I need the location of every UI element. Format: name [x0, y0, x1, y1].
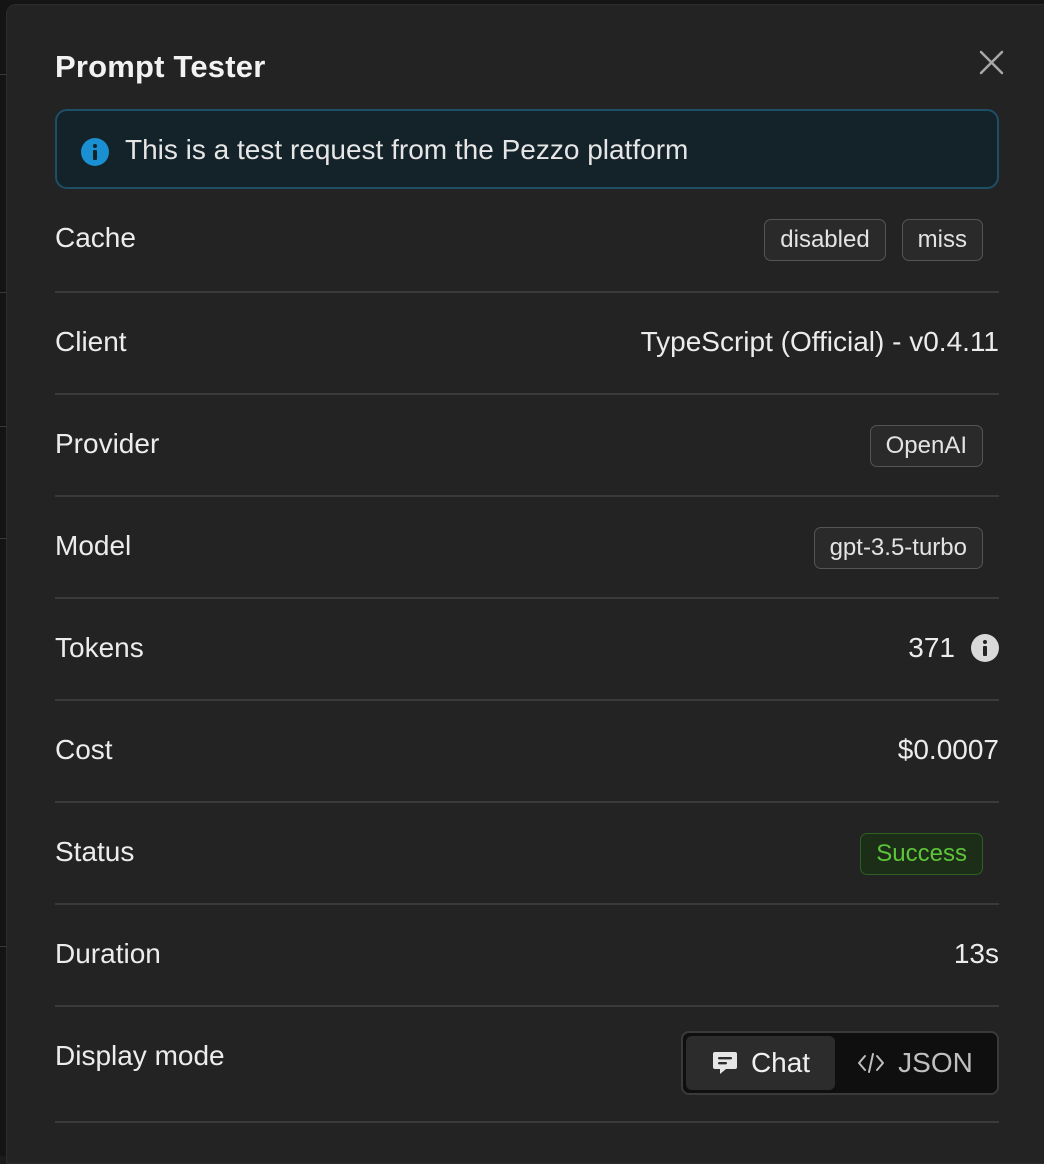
cache-enabled-badge: disabled — [764, 219, 886, 261]
client-label: Client — [55, 326, 127, 357]
row-provider: Provider OpenAI — [55, 395, 999, 497]
provider-label: Provider — [55, 428, 160, 459]
model-badge: gpt-3.5-turbo — [813, 527, 983, 569]
duration-value: 13s — [953, 938, 999, 969]
display-mode-label: Display mode — [55, 1040, 225, 1071]
tokens-value: 371 — [908, 632, 955, 663]
duration-label: Duration — [55, 938, 161, 969]
row-model: Model gpt-3.5-turbo — [55, 497, 999, 599]
chat-option-label: Chat — [750, 1047, 811, 1078]
prompt-tester-dialog: Prompt Tester This is a test request fro… — [6, 4, 1044, 1164]
status-label: Status — [55, 836, 135, 867]
tokens-value-wrap: 371 — [908, 629, 999, 667]
cost-value: $0.0007 — [897, 734, 999, 765]
code-icon — [856, 1049, 886, 1077]
info-alert: This is a test request from the Pezzo pl… — [55, 109, 999, 189]
status-badge-wrap: Success — [844, 833, 983, 875]
chat-icon — [711, 1049, 739, 1077]
row-display-mode: Display mode Chat JSON — [55, 1007, 999, 1123]
row-status: Status Success — [55, 803, 999, 905]
tokens-label: Tokens — [55, 632, 144, 663]
cache-hit-badge: miss — [901, 219, 983, 261]
model-badge-wrap: gpt-3.5-turbo — [798, 527, 983, 569]
dialog-title: Prompt Tester — [55, 49, 266, 84]
request-details: Cache disabled miss Client TypeScript (O… — [55, 189, 999, 1123]
row-cost: Cost $0.0007 — [55, 701, 999, 803]
display-mode-toggle[interactable]: Chat JSON — [681, 1031, 999, 1095]
status-badge: Success — [860, 833, 983, 875]
cache-badges: disabled miss — [748, 219, 983, 261]
row-client: Client TypeScript (Official) - v0.4.11 — [55, 293, 999, 395]
row-tokens: Tokens 371 — [55, 599, 999, 701]
client-value: TypeScript (Official) - v0.4.11 — [640, 326, 999, 357]
close-icon — [979, 50, 1004, 75]
provider-badge-wrap: OpenAI — [854, 425, 983, 467]
model-label: Model — [55, 530, 132, 561]
row-cache: Cache disabled miss — [55, 189, 999, 293]
info-icon[interactable] — [971, 634, 999, 662]
alert-message: This is a test request from the Pezzo pl… — [125, 134, 689, 165]
close-button[interactable] — [971, 43, 1011, 83]
display-mode-json-option[interactable]: JSON — [835, 1036, 994, 1090]
json-option-label: JSON — [898, 1047, 973, 1078]
display-mode-chat-option[interactable]: Chat — [686, 1036, 836, 1090]
info-icon — [81, 138, 109, 166]
cost-label: Cost — [55, 734, 113, 765]
cache-label: Cache — [55, 222, 136, 253]
row-duration: Duration 13s — [55, 905, 999, 1007]
provider-badge: OpenAI — [869, 425, 983, 467]
